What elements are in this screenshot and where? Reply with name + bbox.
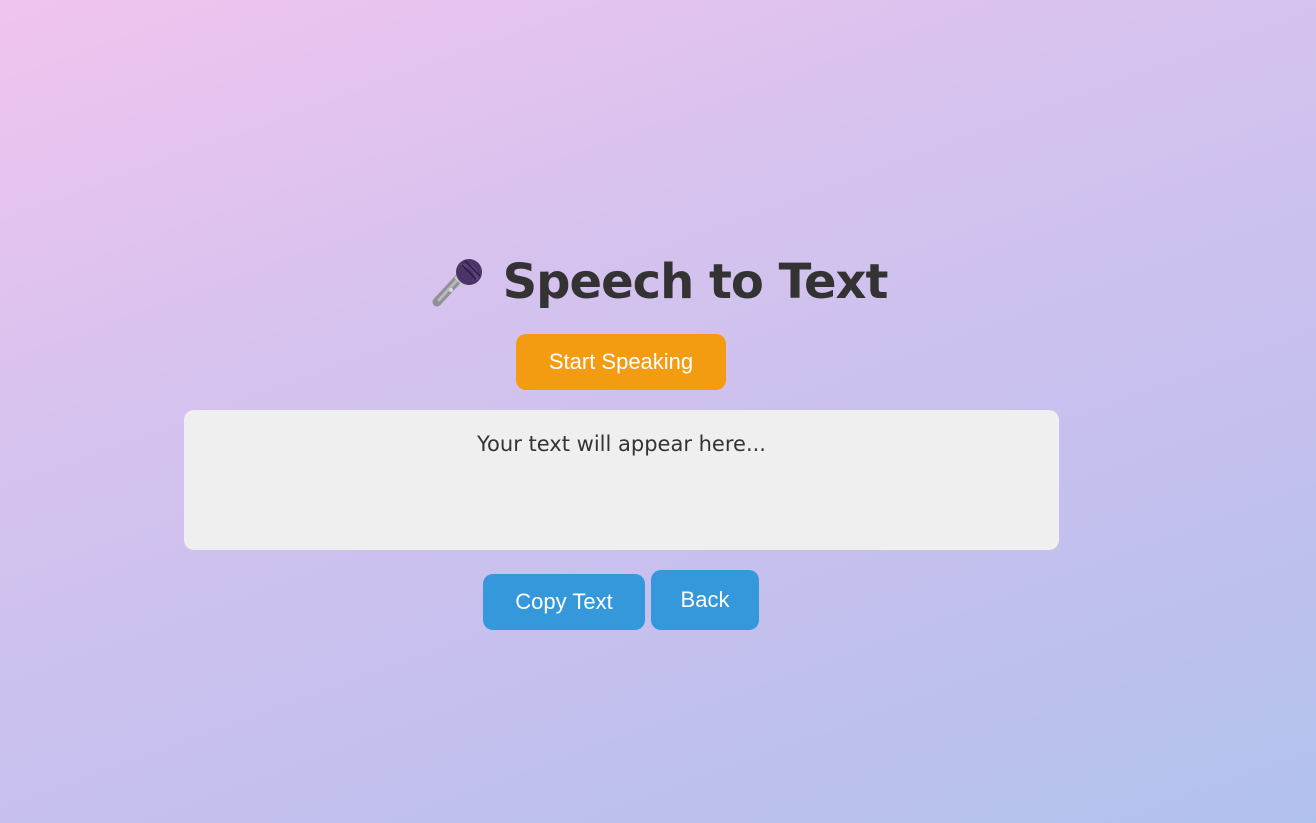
page-header: Speech to Text	[0, 250, 1316, 314]
copy-text-button[interactable]: Copy Text	[483, 574, 645, 630]
transcript-output: Your text will appear here...	[184, 410, 1059, 550]
page-title: Speech to Text	[502, 254, 889, 310]
title-group: Speech to Text	[429, 250, 888, 314]
transcript-placeholder: Your text will appear here...	[477, 432, 766, 456]
start-speaking-button[interactable]: Start Speaking	[516, 334, 726, 390]
back-button[interactable]: Back	[651, 570, 759, 630]
microphone-icon	[429, 254, 485, 310]
